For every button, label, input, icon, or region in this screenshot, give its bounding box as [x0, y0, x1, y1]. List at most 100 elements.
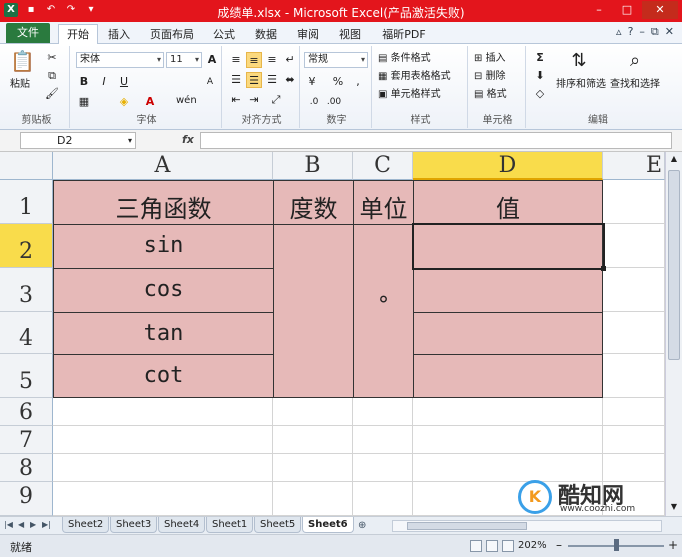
tab-home[interactable]: 开始 [58, 24, 98, 44]
cell[interactable] [53, 398, 273, 426]
row-header-3[interactable]: 3 [0, 268, 53, 312]
minimize-button[interactable]: – [586, 1, 612, 19]
vertical-scrollbar[interactable]: ▲ ▼ [665, 152, 682, 516]
cell-a5[interactable]: cot [53, 354, 274, 398]
maximize-button[interactable]: □ [614, 1, 640, 19]
cut-icon[interactable]: ✂ [44, 50, 60, 66]
shrink-font-icon[interactable]: A [202, 74, 218, 90]
bold-button[interactable]: B [76, 74, 92, 90]
increase-decimal-icon[interactable]: .0 [306, 94, 322, 110]
row-header-8[interactable]: 8 [0, 454, 53, 482]
last-sheet-icon[interactable]: ▶| [42, 520, 51, 529]
first-sheet-icon[interactable]: |◀ [4, 520, 13, 529]
font-size-select[interactable]: 11 ▾ [166, 52, 202, 68]
italic-button[interactable]: I [96, 74, 112, 90]
insert-function-button[interactable]: fx [182, 133, 194, 146]
cell[interactable] [353, 398, 413, 426]
workbook-restore-icon[interactable]: ⧉ [651, 25, 659, 39]
column-header-a[interactable]: A [53, 152, 273, 180]
find-select-label[interactable]: 查找和选择 [610, 78, 660, 92]
sheet-tab-sheet2[interactable]: Sheet2 [62, 517, 110, 533]
align-center-icon[interactable]: ☰ [246, 72, 262, 88]
cell-a3[interactable]: cos [53, 268, 274, 313]
insert-sheet-icon[interactable]: ⊕ [358, 520, 366, 531]
cell-d1[interactable]: 值 [413, 180, 603, 225]
grow-font-icon[interactable]: A [204, 52, 220, 68]
phonetic-icon[interactable]: wén [176, 94, 197, 108]
sheet-tab-sheet6[interactable]: Sheet6 [302, 517, 354, 533]
zoom-out-icon[interactable]: – [556, 538, 562, 552]
insert-cells-button[interactable]: ⊞ 插入 [474, 52, 506, 66]
autosum-icon[interactable]: Σ [532, 50, 548, 66]
merge-center-icon[interactable]: ⬌ [282, 72, 298, 88]
number-format-select[interactable]: 常规 ▾ [304, 52, 368, 68]
row-header-9[interactable]: 9 [0, 482, 53, 516]
align-left-icon[interactable]: ☰ [228, 72, 244, 88]
cell[interactable] [603, 398, 665, 426]
borders-icon[interactable]: ▦ [76, 94, 92, 110]
fill-handle[interactable] [601, 266, 606, 271]
page-layout-view-icon[interactable] [486, 540, 498, 552]
row-header-6[interactable]: 6 [0, 398, 53, 426]
active-cell-selection[interactable] [412, 223, 605, 270]
wrap-text-icon[interactable]: ↵ [282, 52, 298, 68]
align-middle-icon[interactable]: ≡ [246, 52, 262, 68]
sheet-tab-sheet1[interactable]: Sheet1 [206, 517, 254, 533]
sort-filter-label[interactable]: 排序和筛选 [556, 78, 606, 92]
comma-button[interactable]: , [350, 74, 366, 90]
workbook-close-icon[interactable]: ✕ [665, 25, 674, 39]
prev-sheet-icon[interactable]: ◀ [18, 520, 24, 529]
row-header-7[interactable]: 7 [0, 426, 53, 454]
paste-label[interactable]: 粘贴 [10, 78, 30, 92]
scroll-up-icon[interactable]: ▲ [668, 154, 680, 166]
orientation-icon[interactable]: ⤢ [268, 92, 284, 108]
currency-icon[interactable]: ¥ [304, 74, 320, 90]
horizontal-scrollbar[interactable] [392, 520, 662, 532]
tab-insert[interactable]: 插入 [100, 25, 138, 44]
column-header-e[interactable]: E [603, 152, 665, 180]
format-as-table-button[interactable]: ▦ 套用表格格式 [378, 70, 451, 84]
name-box[interactable]: D2 ▾ [20, 132, 136, 149]
scroll-down-icon[interactable]: ▼ [668, 502, 680, 514]
zoom-in-icon[interactable]: + [668, 538, 678, 552]
percent-button[interactable]: % [330, 74, 346, 90]
sheet-tab-sheet3[interactable]: Sheet3 [110, 517, 158, 533]
sheet-tab-sheet5[interactable]: Sheet5 [254, 517, 302, 533]
cell-d3[interactable] [413, 268, 603, 313]
zoom-level[interactable]: 202% [518, 540, 547, 551]
page-break-view-icon[interactable] [502, 540, 514, 552]
row-header-5[interactable]: 5 [0, 354, 53, 398]
cell-a4[interactable]: tan [53, 312, 274, 355]
font-color-icon[interactable]: A [142, 94, 158, 110]
next-sheet-icon[interactable]: ▶ [30, 520, 36, 529]
format-cells-button[interactable]: ▤ 格式 [474, 88, 507, 102]
formula-input[interactable] [200, 132, 672, 149]
cell[interactable] [413, 398, 603, 426]
cell[interactable] [273, 482, 353, 516]
underline-button[interactable]: U [116, 74, 132, 90]
cell[interactable] [53, 426, 273, 454]
increase-indent-icon[interactable]: ⇥ [246, 92, 262, 108]
cell[interactable] [273, 454, 353, 482]
sort-filter-icon[interactable]: ⇅ [568, 50, 590, 72]
fill-color-icon[interactable]: ◈ [116, 94, 132, 110]
cell-c1[interactable]: 单位 [353, 180, 414, 225]
select-all-corner[interactable] [0, 152, 53, 180]
cell-d5[interactable] [413, 354, 603, 398]
horizontal-scroll-thumb[interactable] [407, 522, 527, 530]
align-top-icon[interactable]: ≡ [228, 52, 244, 68]
cell-a2[interactable]: sin [53, 224, 274, 269]
cell-b2-merged[interactable] [273, 224, 354, 398]
tab-page-layout[interactable]: 页面布局 [142, 25, 202, 44]
fill-icon[interactable]: ⬇ [532, 68, 548, 84]
tab-view[interactable]: 视图 [332, 25, 368, 44]
cell[interactable] [353, 426, 413, 454]
cell-d4[interactable] [413, 312, 603, 355]
cell-a1[interactable]: 三角函数 [53, 180, 274, 225]
format-painter-icon[interactable]: 🖌 [44, 86, 60, 102]
zoom-slider-thumb[interactable] [614, 539, 619, 551]
cell[interactable] [603, 312, 665, 354]
minimize-ribbon-icon[interactable]: ▵ [616, 25, 622, 39]
find-select-icon[interactable]: ⌕ [624, 50, 646, 72]
cell[interactable] [603, 180, 665, 224]
